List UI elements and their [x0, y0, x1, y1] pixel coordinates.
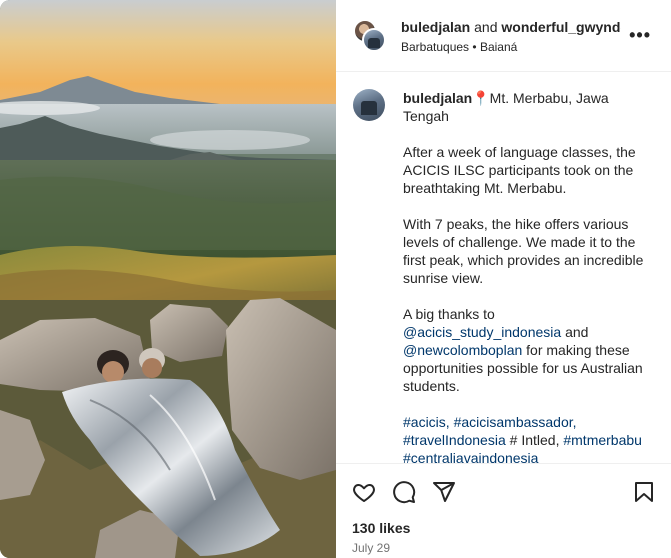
hashtag-suffix: # Intled, — [509, 432, 560, 448]
caption-text: buledjalan📍Mt. Merbabu, Jawa Tengah Afte… — [403, 89, 648, 463]
hashtags: #acicis, #acicisambassador, #travelIndon… — [403, 413, 648, 463]
location-pin-icon: 📍 — [472, 90, 490, 106]
hashtag-link[interactable]: #travelIndonesia — [403, 432, 506, 448]
audio-track-link[interactable]: Baianá — [480, 40, 517, 54]
avatar[interactable] — [362, 28, 386, 52]
heart-icon[interactable] — [352, 480, 376, 504]
hashtag-link[interactable]: #mtmerbabu — [563, 432, 642, 448]
more-horizontal-icon[interactable]: ••• — [629, 25, 651, 46]
hashtag-link[interactable]: #acicis, — [403, 414, 450, 430]
likes-count[interactable]: 130 likes — [352, 520, 410, 536]
caption-first-line: buledjalan📍Mt. Merbabu, Jawa Tengah — [403, 89, 648, 125]
post-photo[interactable] — [0, 0, 336, 558]
thanks-text: A big thanks to — [403, 306, 495, 322]
bookmark-icon[interactable] — [632, 480, 656, 504]
caption-paragraph-2: With 7 peaks, the hike offers various le… — [403, 216, 644, 286]
caption-username-link[interactable]: buledjalan — [403, 90, 472, 106]
mention-link[interactable]: @acicis_study_indonesia — [403, 324, 561, 340]
post-details-panel: buledjalan and wonderful_gwyndor Barbatu… — [336, 0, 671, 558]
and-text: and — [565, 324, 589, 340]
hashtag-link[interactable]: #acicisambassador, — [454, 414, 577, 430]
caption-scroll-area[interactable]: buledjalan📍Mt. Merbabu, Jawa Tengah Afte… — [336, 73, 671, 463]
post-header: buledjalan and wonderful_gwyndor Barbatu… — [336, 0, 671, 72]
share-icon[interactable] — [432, 480, 456, 504]
mention-link[interactable]: @newcolomboplan — [403, 342, 522, 358]
post-actions: 130 likes July 29 — [336, 463, 671, 558]
comment-icon[interactable] — [392, 480, 416, 504]
author-username-link[interactable]: buledjalan — [401, 19, 470, 35]
hashtag-link[interactable]: #centraljavaindonesia — [403, 450, 538, 463]
coauthor-username-link[interactable]: wonderful_gwyndor — [501, 19, 621, 35]
author-connector: and — [474, 19, 498, 35]
post-authors: buledjalan and wonderful_gwyndor — [401, 18, 621, 36]
audio-location-line: Barbatuques • Baianá — [401, 39, 517, 55]
post-date[interactable]: July 29 — [352, 541, 390, 555]
collab-avatars[interactable] — [353, 19, 387, 53]
separator-dot: • — [472, 40, 477, 54]
caption-paragraph-1: After a week of language classes, the AC… — [403, 144, 636, 196]
mountain-sunrise-photo — [0, 0, 336, 558]
avatar[interactable] — [353, 89, 385, 121]
audio-link[interactable]: Barbatuques — [401, 40, 469, 54]
caption-paragraph-3: A big thanks to @acicis_study_indonesia … — [403, 305, 648, 395]
